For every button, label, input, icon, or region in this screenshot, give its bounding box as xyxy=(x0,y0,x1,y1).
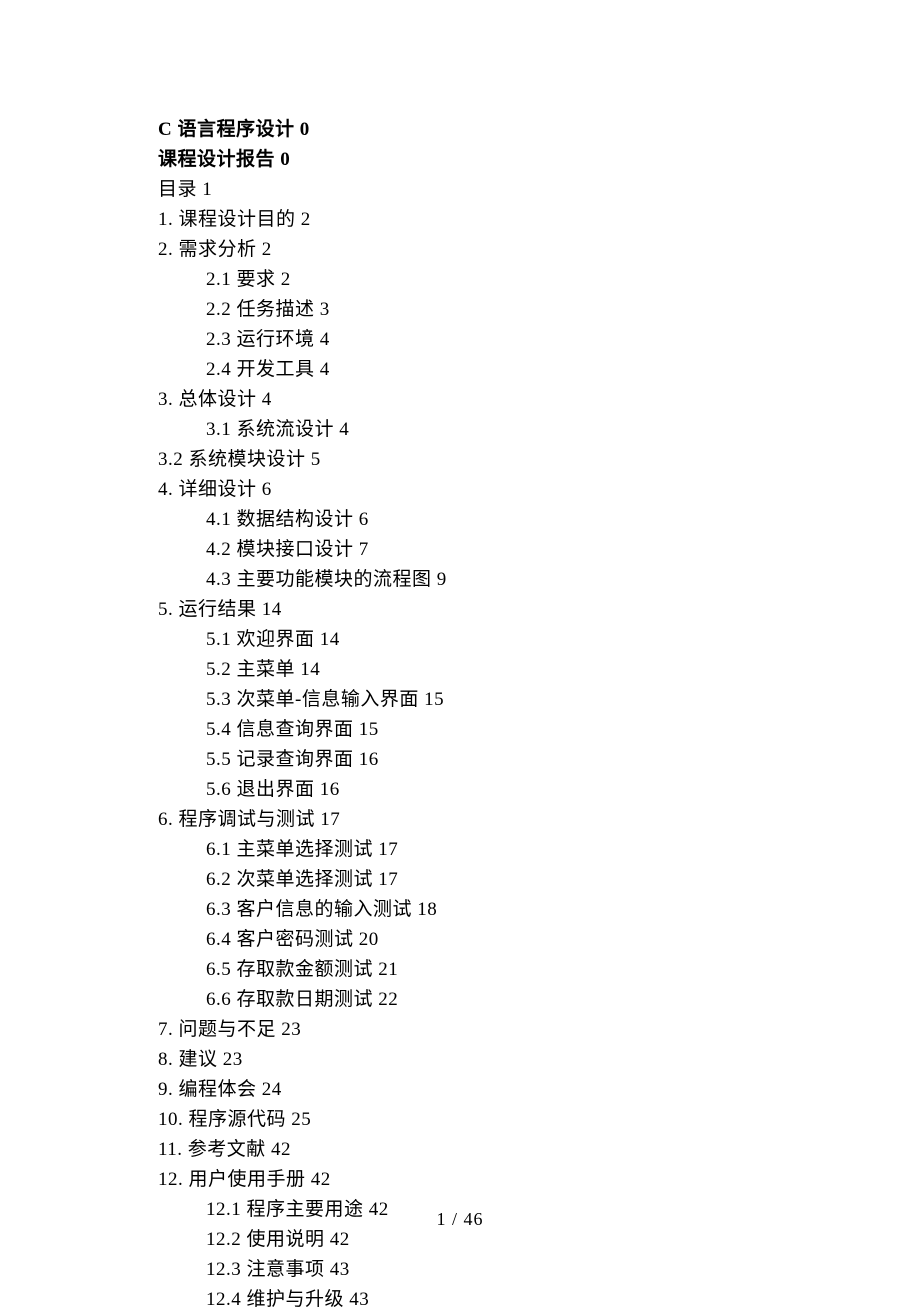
toc-entry: 11. 参考文献 42 xyxy=(158,1135,820,1165)
toc-heading: 目录 1 xyxy=(158,175,820,205)
toc-entry: 5. 运行结果 14 xyxy=(158,595,820,625)
toc-entry: 2. 需求分析 2 xyxy=(158,235,820,265)
doc-title-1: C 语言程序设计 0 xyxy=(158,115,820,145)
toc-entry: 12.4 维护与升级 43 xyxy=(158,1285,820,1315)
toc-entry: 7. 问题与不足 23 xyxy=(158,1015,820,1045)
toc-entry: 5.5 记录查询界面 16 xyxy=(158,745,820,775)
toc-entry: 1. 课程设计目的 2 xyxy=(158,205,820,235)
toc-block: 1. 课程设计目的 22. 需求分析 22.1 要求 22.2 任务描述 32.… xyxy=(158,205,820,445)
toc-entry: 8. 建议 23 xyxy=(158,1045,820,1075)
page-footer: 1 / 46 xyxy=(0,1209,920,1230)
toc-entry: 6.6 存取款日期测试 22 xyxy=(158,985,820,1015)
toc-entry: 4.2 模块接口设计 7 xyxy=(158,535,820,565)
toc-entry: 12. 用户使用手册 42 xyxy=(158,1165,820,1195)
toc-entry: 3. 总体设计 4 xyxy=(158,385,820,415)
toc-entry: 3.2 系统模块设计 5 xyxy=(158,445,820,475)
toc-entry: 2.1 要求 2 xyxy=(158,265,820,295)
toc-entry: 5.3 次菜单-信息输入界面 15 xyxy=(158,685,820,715)
toc-entry: 9. 编程体会 24 xyxy=(158,1075,820,1105)
toc-entry: 6.3 客户信息的输入测试 18 xyxy=(158,895,820,925)
toc-entry: 6.1 主菜单选择测试 17 xyxy=(158,835,820,865)
toc-entry: 5.2 主菜单 14 xyxy=(158,655,820,685)
toc-entry: 5.1 欢迎界面 14 xyxy=(158,625,820,655)
toc-entry: 5.6 退出界面 16 xyxy=(158,775,820,805)
toc-entry: 2.2 任务描述 3 xyxy=(158,295,820,325)
toc-entry: 3.1 系统流设计 4 xyxy=(158,415,820,445)
toc-entry: 12.3 注意事项 43 xyxy=(158,1255,820,1285)
toc-entry: 6.5 存取款金额测试 21 xyxy=(158,955,820,985)
toc-entry: 10. 程序源代码 25 xyxy=(158,1105,820,1135)
toc-entry: 4. 详细设计 6 xyxy=(158,475,820,505)
toc-entry: 6.4 客户密码测试 20 xyxy=(158,925,820,955)
toc-entry: 6.2 次菜单选择测试 17 xyxy=(158,865,820,895)
toc-entry: 6. 程序调试与测试 17 xyxy=(158,805,820,835)
toc-block: 4. 详细设计 64.1 数据结构设计 64.2 模块接口设计 74.3 主要功… xyxy=(158,475,820,1315)
doc-title-2: 课程设计报告 0 xyxy=(158,145,820,175)
toc-entry: 2.4 开发工具 4 xyxy=(158,355,820,385)
document-page: C 语言程序设计 0 课程设计报告 0 目录 1 1. 课程设计目的 22. 需… xyxy=(0,0,920,1302)
toc-entry: 5.4 信息查询界面 15 xyxy=(158,715,820,745)
toc-entry: 2.3 运行环境 4 xyxy=(158,325,820,355)
toc-entry: 4.3 主要功能模块的流程图 9 xyxy=(158,565,820,595)
toc-entry: 4.1 数据结构设计 6 xyxy=(158,505,820,535)
